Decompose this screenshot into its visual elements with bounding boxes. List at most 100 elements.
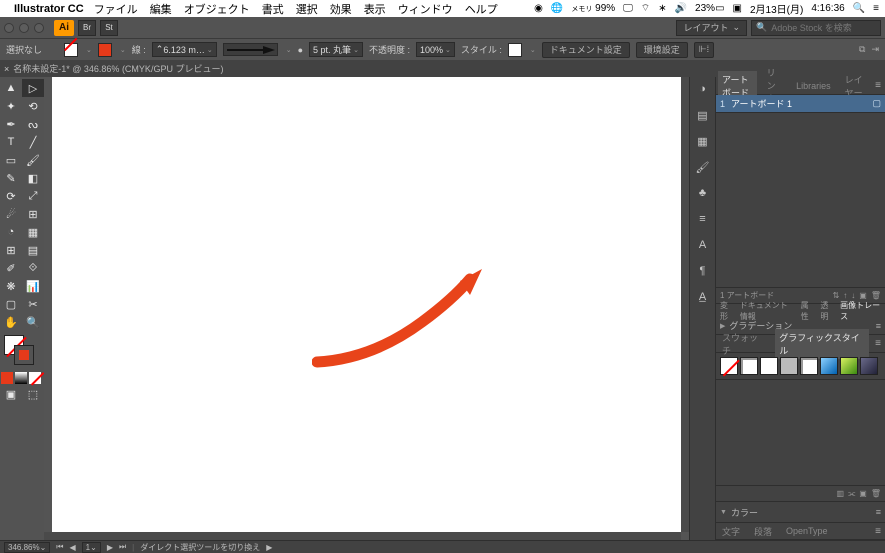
menu-effect[interactable]: 効果: [330, 1, 352, 17]
fill-swatch[interactable]: [64, 43, 78, 57]
zoom-window-icon[interactable]: [34, 23, 44, 33]
bluetooth-icon[interactable]: ∗: [658, 3, 666, 14]
lasso-tool[interactable]: ⟲: [22, 97, 44, 115]
style-default[interactable]: [740, 357, 758, 375]
color-mode[interactable]: [1, 372, 13, 384]
hand-tool[interactable]: ✋: [0, 313, 22, 331]
curvature-tool[interactable]: ᔓ: [22, 115, 44, 133]
magic-wand-tool[interactable]: ✦: [0, 97, 22, 115]
free-transform-tool[interactable]: ⊞: [22, 205, 44, 223]
stroke-width-field[interactable]: ⌃ 6.123 m…⌄: [152, 42, 217, 57]
style-none[interactable]: [720, 357, 738, 375]
status-icon[interactable]: 🌐: [551, 3, 563, 14]
brushes-icon[interactable]: 🖌: [695, 159, 711, 175]
symbols-icon[interactable]: ♣: [695, 185, 711, 201]
stroke-swatch[interactable]: [98, 43, 112, 57]
panel-menu-icon[interactable]: ≡: [875, 338, 883, 349]
arrange-icon[interactable]: ⧉: [859, 44, 865, 55]
menu-select[interactable]: 選択: [296, 1, 318, 17]
swatches-icon[interactable]: ▦: [695, 133, 711, 149]
menubar-date[interactable]: 2月13日(月): [750, 1, 803, 16]
stock-button[interactable]: St: [100, 20, 118, 36]
tab-character[interactable]: 文字: [718, 523, 744, 540]
tab-libraries[interactable]: Libraries: [792, 79, 835, 93]
panel-menu-icon[interactable]: ≡: [875, 526, 883, 537]
color-panel-icon[interactable]: ◑: [695, 81, 711, 97]
mesh-tool[interactable]: ⊞: [0, 241, 22, 259]
shaper-tool[interactable]: ✎: [0, 169, 22, 187]
rectangle-tool[interactable]: ▭: [0, 151, 22, 169]
style-swatch[interactable]: [780, 357, 798, 375]
document-setup-button[interactable]: ドキュメント設定: [542, 42, 630, 58]
adobe-stock-search[interactable]: 🔍 Adobe Stock を検索: [751, 20, 881, 36]
profile-menu[interactable]: ⌄: [286, 46, 292, 54]
zoom-tool[interactable]: 🔍: [22, 313, 44, 331]
nav-prev-icon[interactable]: ◀: [70, 543, 76, 552]
stroke-menu[interactable]: ⌄: [120, 46, 126, 54]
memory-indicator[interactable]: メモリ 99%: [571, 3, 615, 14]
style-swatch[interactable]: [820, 357, 838, 375]
wifi-icon[interactable]: ⌔: [641, 2, 650, 15]
paintbrush-tool[interactable]: 🖌: [22, 151, 44, 169]
eyedropper-tool[interactable]: ✐: [0, 259, 22, 277]
paragraph-icon[interactable]: ¶: [695, 263, 711, 279]
artboard-list-item[interactable]: 1 アートボード 1 ▢: [716, 95, 885, 113]
battery-indicator[interactable]: 23% ▭: [695, 3, 724, 14]
pen-tool[interactable]: ✒: [0, 115, 22, 133]
fill-stroke-swatches[interactable]: [0, 335, 44, 369]
horizontal-scrollbar[interactable]: [44, 532, 681, 540]
style-menu[interactable]: ⌄: [530, 46, 536, 54]
display-icon[interactable]: 🖵: [623, 3, 633, 14]
symbol-sprayer-tool[interactable]: ❋: [0, 277, 22, 295]
hint-more-icon[interactable]: ▶: [266, 543, 272, 552]
panel-menu-icon[interactable]: ≡: [876, 507, 881, 517]
workspace-switcher[interactable]: レイアウト⌄: [676, 20, 747, 36]
status-icon[interactable]: ◉: [534, 3, 543, 14]
nav-first-icon[interactable]: ⏮: [56, 542, 63, 552]
artboard-tool[interactable]: ▢: [0, 295, 22, 313]
library-icon[interactable]: ▥: [837, 489, 845, 499]
nav-next-icon[interactable]: ▶: [107, 543, 113, 552]
artboard-canvas[interactable]: [52, 77, 681, 532]
arrow-preview[interactable]: [223, 43, 278, 56]
window-controls[interactable]: [4, 23, 44, 33]
screen-mode-alt[interactable]: ⬚: [22, 385, 44, 403]
adobe-cc-icon[interactable]: ▣: [733, 3, 742, 14]
volume-icon[interactable]: 🔊: [675, 3, 687, 14]
artboard-options-icon[interactable]: ▢: [872, 98, 881, 109]
gradient-tool[interactable]: ▤: [22, 241, 44, 259]
vertical-scrollbar[interactable]: [681, 77, 689, 532]
blend-tool[interactable]: ⟐: [22, 259, 44, 277]
tab-opentype[interactable]: OpenType: [782, 524, 832, 538]
color-guide-icon[interactable]: ▤: [695, 107, 711, 123]
style-swatch[interactable]: [800, 357, 818, 375]
disclosure-icon[interactable]: ▼: [720, 509, 727, 516]
style-swatch[interactable]: [840, 357, 858, 375]
zoom-field[interactable]: 346.86% ⌄: [4, 542, 50, 553]
scale-tool[interactable]: ⤢: [22, 187, 44, 205]
close-window-icon[interactable]: [4, 23, 14, 33]
artboard-nav-field[interactable]: 1 ⌄: [82, 542, 101, 553]
perspective-tool[interactable]: ▦: [22, 223, 44, 241]
close-tab-icon[interactable]: ×: [4, 64, 9, 74]
panel-toggle-icon[interactable]: ⇥: [871, 44, 879, 55]
shape-builder-tool[interactable]: ◔: [0, 223, 22, 241]
eraser-tool[interactable]: ◧: [22, 169, 44, 187]
style-swatch[interactable]: [860, 357, 878, 375]
glyphs-icon[interactable]: A̲: [695, 289, 711, 305]
menu-edit[interactable]: 編集: [150, 1, 172, 17]
document-tab-title[interactable]: 名称未設定-1* @ 346.86% (CMYK/GPU プレビュー): [13, 62, 223, 75]
menu-object[interactable]: オブジェクト: [184, 1, 250, 17]
stroke-icon[interactable]: ≡: [695, 211, 711, 227]
minimize-window-icon[interactable]: [19, 23, 29, 33]
panel-menu-icon[interactable]: ≡: [875, 80, 883, 91]
width-tool[interactable]: ☄: [0, 205, 22, 223]
menu-icon[interactable]: ≡: [873, 3, 879, 14]
character-icon[interactable]: A: [695, 237, 711, 253]
line-tool[interactable]: ╱: [22, 133, 44, 151]
type-tool[interactable]: T: [0, 133, 22, 151]
new-style-icon[interactable]: ▣: [859, 489, 867, 499]
selection-tool[interactable]: ▲: [0, 79, 22, 97]
menu-type[interactable]: 書式: [262, 1, 284, 17]
opacity-field[interactable]: 100%⌄: [416, 42, 455, 57]
